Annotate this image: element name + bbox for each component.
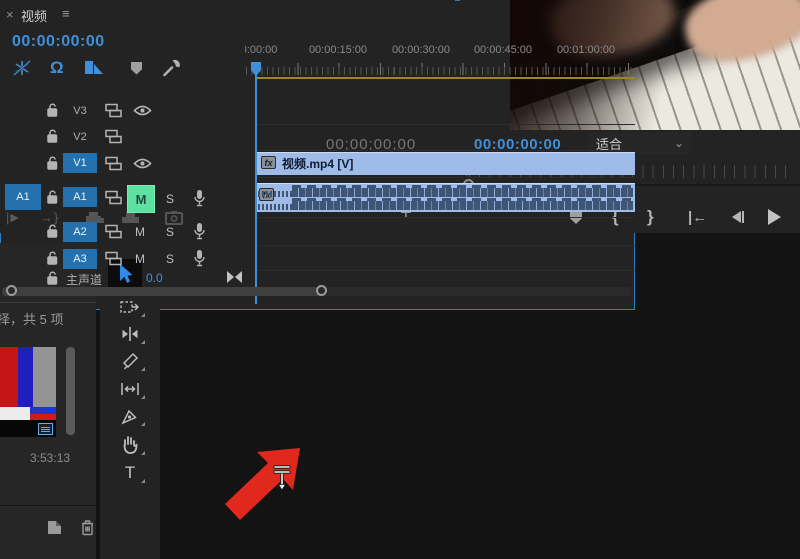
project-scrollbar[interactable] bbox=[66, 347, 75, 435]
track-target-v3[interactable]: V3 bbox=[63, 101, 97, 121]
sequence-badge-icon bbox=[38, 423, 53, 435]
track-select-forward-tool[interactable] bbox=[112, 295, 148, 319]
audio-waveform-ch2 bbox=[292, 201, 633, 210]
track-target-v2[interactable]: V2 bbox=[63, 127, 97, 147]
slip-tool[interactable] bbox=[112, 377, 148, 401]
voiceover-mic-icon[interactable] bbox=[193, 189, 206, 207]
bar-gray bbox=[33, 347, 56, 407]
lock-icon[interactable] bbox=[46, 129, 59, 144]
mute-button-active[interactable]: M bbox=[127, 185, 155, 213]
voiceover-mic-icon[interactable] bbox=[193, 249, 206, 267]
track-separator bbox=[256, 124, 635, 125]
timeline-panel: × 视频 ≡ 00:00:00:00 Ω 00:00:00 00:00:15:0… bbox=[0, 0, 635, 310]
bar-red bbox=[0, 347, 18, 407]
lock-icon[interactable] bbox=[46, 190, 59, 205]
solo-button[interactable]: S bbox=[166, 192, 174, 206]
fx-badge: fx bbox=[261, 156, 276, 169]
scrollbar-thumb[interactable] bbox=[2, 287, 324, 296]
solo-button[interactable]: S bbox=[166, 252, 174, 266]
step-back-icon[interactable] bbox=[732, 204, 744, 230]
toggle-track-output-eye-icon[interactable] bbox=[133, 104, 152, 117]
lock-icon[interactable] bbox=[46, 103, 59, 118]
bar-blue bbox=[18, 347, 33, 407]
close-icon[interactable]: × bbox=[6, 7, 14, 22]
video-clip-label: 视频.mp4 [V] bbox=[282, 155, 353, 172]
ruler-label: 00:00:45:00 bbox=[468, 44, 538, 56]
video-clip[interactable]: fx 视频.mp4 [V] bbox=[256, 152, 635, 175]
timeline-tab[interactable]: 视频 bbox=[21, 6, 47, 25]
voiceover-mic-icon[interactable] bbox=[193, 222, 206, 240]
color-bars-thumbnail[interactable] bbox=[0, 347, 56, 437]
mark-out-icon[interactable]: } bbox=[647, 204, 654, 230]
lock-icon[interactable] bbox=[46, 224, 59, 239]
source-patch-icon[interactable] bbox=[105, 251, 124, 266]
mute-button[interactable]: M bbox=[135, 252, 145, 266]
ruler-label: 00:00:30:00 bbox=[386, 44, 456, 56]
source-patch-a1[interactable]: A1 bbox=[5, 184, 41, 210]
source-patch-icon[interactable] bbox=[105, 156, 124, 171]
track-separator bbox=[256, 270, 635, 271]
track-separator bbox=[256, 217, 635, 218]
divider bbox=[0, 302, 96, 303]
ruler-label: 00:00:00 bbox=[245, 44, 291, 56]
ripple-edit-tool[interactable] bbox=[112, 322, 148, 346]
panel-menu-icon[interactable]: ≡ bbox=[62, 6, 70, 21]
audio-waveform-ch1 bbox=[292, 188, 633, 197]
audio-clip[interactable]: fx bbox=[256, 183, 635, 212]
timeline-ruler[interactable]: 00:00:00 00:00:15:00 00:00:30:00 00:00:4… bbox=[245, 40, 635, 80]
mute-button[interactable]: M bbox=[135, 225, 145, 239]
play-icon[interactable] bbox=[768, 204, 781, 230]
track-target-a1[interactable]: A1 bbox=[63, 187, 97, 207]
zoom-handle-right[interactable] bbox=[316, 285, 327, 296]
master-level-value[interactable]: 0.0 bbox=[146, 271, 163, 285]
selection-status: 选择，共 5 项 bbox=[0, 309, 96, 328]
timeline-zoom-scrollbar[interactable] bbox=[2, 287, 632, 296]
solo-button[interactable]: S bbox=[166, 225, 174, 239]
nest-toggle-icon[interactable] bbox=[12, 57, 32, 79]
ruler-label: 00:00:15:00 bbox=[303, 44, 373, 56]
divider bbox=[0, 505, 96, 506]
track-target-a3[interactable]: A3 bbox=[63, 249, 97, 269]
strip-white bbox=[0, 407, 30, 420]
strip-blue bbox=[30, 407, 56, 414]
pen-tool[interactable] bbox=[112, 404, 148, 428]
new-item-icon[interactable] bbox=[46, 519, 63, 535]
settings-wrench-icon[interactable] bbox=[162, 57, 182, 79]
snap-magnet-icon[interactable]: Ω bbox=[50, 57, 64, 79]
trash-icon[interactable] bbox=[80, 519, 95, 536]
track-target-a2[interactable]: A2 bbox=[63, 222, 97, 242]
go-to-in-icon[interactable]: |← bbox=[688, 204, 707, 230]
track-separator bbox=[256, 177, 635, 178]
razor-tool[interactable] bbox=[112, 349, 148, 373]
audio-waveform-left bbox=[258, 191, 292, 197]
type-tool[interactable]: T bbox=[112, 461, 148, 485]
keyframe-nav-icon[interactable] bbox=[227, 271, 242, 283]
hand-tool[interactable] bbox=[112, 433, 148, 457]
source-patch-icon[interactable] bbox=[105, 129, 124, 144]
master-track-label: 主声道 bbox=[66, 271, 102, 288]
track-separator bbox=[256, 150, 635, 151]
track-target-v1[interactable]: V1 bbox=[63, 153, 97, 173]
ruler-ticks bbox=[245, 67, 635, 75]
ruler-label: 00:01:00:00 bbox=[551, 44, 621, 56]
lock-icon[interactable] bbox=[46, 156, 59, 171]
toggle-track-output-eye-icon[interactable] bbox=[133, 157, 152, 170]
linked-selection-icon[interactable] bbox=[84, 57, 104, 79]
source-patch-icon[interactable] bbox=[105, 224, 124, 239]
track-height-cursor-icon bbox=[270, 461, 294, 491]
clip-duration: 3:53:13 bbox=[30, 451, 70, 465]
chevron-down-icon: ⌄ bbox=[674, 136, 684, 150]
audio-waveform-left bbox=[258, 204, 292, 210]
timeline-timecode[interactable]: 00:00:00:00 bbox=[12, 33, 105, 51]
work-area-bar bbox=[255, 77, 635, 79]
lock-icon[interactable] bbox=[46, 251, 59, 266]
marker-icon[interactable] bbox=[131, 57, 142, 79]
zoom-handle-left[interactable] bbox=[6, 285, 17, 296]
playhead-line[interactable] bbox=[255, 63, 257, 304]
lock-icon[interactable] bbox=[46, 271, 59, 286]
source-patch-icon[interactable] bbox=[105, 103, 124, 118]
track-separator bbox=[256, 245, 635, 246]
red-pointer-arrow bbox=[200, 440, 320, 530]
source-patch-icon[interactable] bbox=[105, 190, 124, 205]
